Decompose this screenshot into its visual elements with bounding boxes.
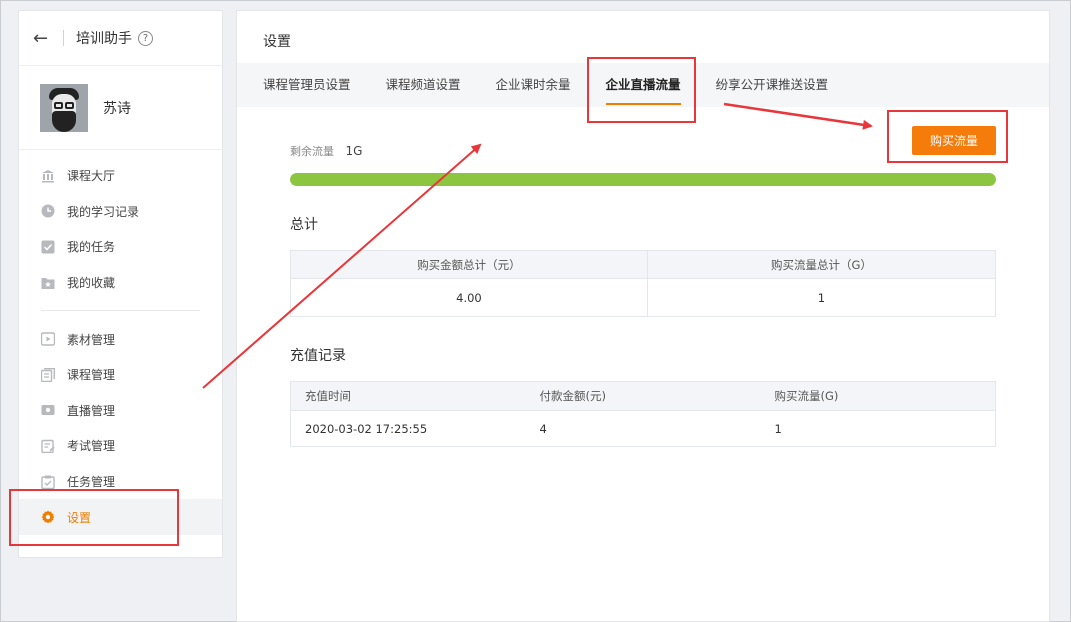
menu-divider: [41, 310, 200, 312]
video-icon: [41, 403, 55, 417]
sidebar-item-exam-management[interactable]: 考试管理: [19, 428, 222, 464]
sidebar-menu: 课程大厅 我的学习记录 我的任务 我的收藏 素材管理 课程管理 直播管理 考试管…: [19, 150, 222, 535]
bank-icon: [41, 169, 55, 183]
sidebar: ← 培训助手 ? 苏诗 课程大厅 我的学习记录 我的任务 我的收藏 素材管理 课…: [18, 10, 223, 558]
table-row: 2020-03-02 17:25:55 4 1: [290, 410, 996, 447]
record-header-time: 充值时间: [290, 381, 526, 411]
star-folder-icon: [41, 276, 55, 290]
tab-course-channel-settings[interactable]: 课程频道设置: [386, 63, 461, 107]
back-arrow-icon[interactable]: ←: [33, 28, 53, 49]
sidebar-item-live-management[interactable]: 直播管理: [19, 393, 222, 429]
media-icon: [41, 332, 55, 346]
sidebar-item-label: 直播管理: [67, 403, 116, 418]
traffic-progress-fill: [290, 173, 996, 186]
sidebar-item-label: 课程大厅: [67, 169, 116, 184]
sidebar-item-label: 考试管理: [67, 439, 116, 454]
record-header-traffic: 购买流量(G): [760, 381, 996, 411]
page-title: 设置: [263, 34, 291, 50]
record-header-amount: 付款金额(元): [525, 381, 761, 411]
traffic-progress-bar: [290, 173, 996, 186]
tab-course-admin-settings[interactable]: 课程管理员设置: [263, 63, 351, 107]
annotation-box-live-traffic-tab: [587, 57, 696, 123]
sidebar-item-course-hall[interactable]: 课程大厅: [19, 158, 222, 194]
sidebar-header: ← 培训助手 ?: [19, 11, 222, 66]
sidebar-item-label: 素材管理: [67, 332, 116, 347]
course-icon: [41, 367, 55, 382]
remaining-traffic: 剩余流量 1G: [290, 143, 362, 159]
sidebar-item-label: 我的学习记录: [67, 204, 140, 219]
sidebar-item-label: 课程管理: [67, 368, 116, 383]
table-row: 4.00 1: [290, 278, 997, 317]
annotation-box-settings: [9, 489, 179, 546]
tab-public-course-push-settings[interactable]: 纷享公开课推送设置: [716, 63, 829, 107]
exam-icon: [41, 439, 55, 453]
recharge-record-table: 充值时间 付款金额(元) 购买流量(G) 2020-03-02 17:25:55…: [290, 381, 996, 447]
total-header-traffic: 购买流量总计（G）: [646, 250, 997, 279]
app-title: 培训助手: [76, 31, 132, 47]
annotation-box-buy-button: [887, 110, 1008, 163]
record-section-title: 充值记录: [290, 348, 346, 364]
remaining-traffic-label: 剩余流量: [290, 145, 334, 158]
help-icon[interactable]: ?: [138, 30, 153, 46]
sidebar-item-my-tasks[interactable]: 我的任务: [19, 229, 222, 265]
total-table: 购买金额总计（元） 购买流量总计（G） 4.00 1: [290, 250, 997, 317]
sidebar-item-label: 我的收藏: [67, 276, 116, 291]
record-cell-time: 2020-03-02 17:25:55: [290, 410, 526, 447]
sidebar-item-label: 我的任务: [67, 240, 116, 255]
total-header-amount: 购买金额总计（元）: [290, 250, 648, 279]
remaining-traffic-value: 1G: [345, 144, 363, 158]
sidebar-item-material-management[interactable]: 素材管理: [19, 321, 222, 357]
record-cell-amount: 4: [525, 410, 761, 447]
user-profile: 苏诗: [19, 66, 222, 150]
clock-icon: [41, 204, 55, 218]
sidebar-item-course-management[interactable]: 课程管理: [19, 357, 222, 393]
header-separator: [63, 30, 64, 46]
sidebar-item-study-records[interactable]: 我的学习记录: [19, 194, 222, 230]
record-cell-traffic: 1: [760, 410, 996, 447]
user-name: 苏诗: [103, 100, 131, 117]
tab-enterprise-course-hours[interactable]: 企业课时余量: [496, 63, 571, 107]
task-icon: [41, 475, 55, 489]
sidebar-item-label: 任务管理: [67, 475, 116, 490]
total-section-title: 总计: [290, 217, 318, 233]
check-icon: [41, 240, 55, 254]
total-traffic-value: 1: [646, 278, 997, 317]
total-amount-value: 4.00: [290, 278, 648, 317]
sidebar-item-favorites[interactable]: 我的收藏: [19, 265, 222, 301]
avatar[interactable]: [40, 83, 88, 132]
